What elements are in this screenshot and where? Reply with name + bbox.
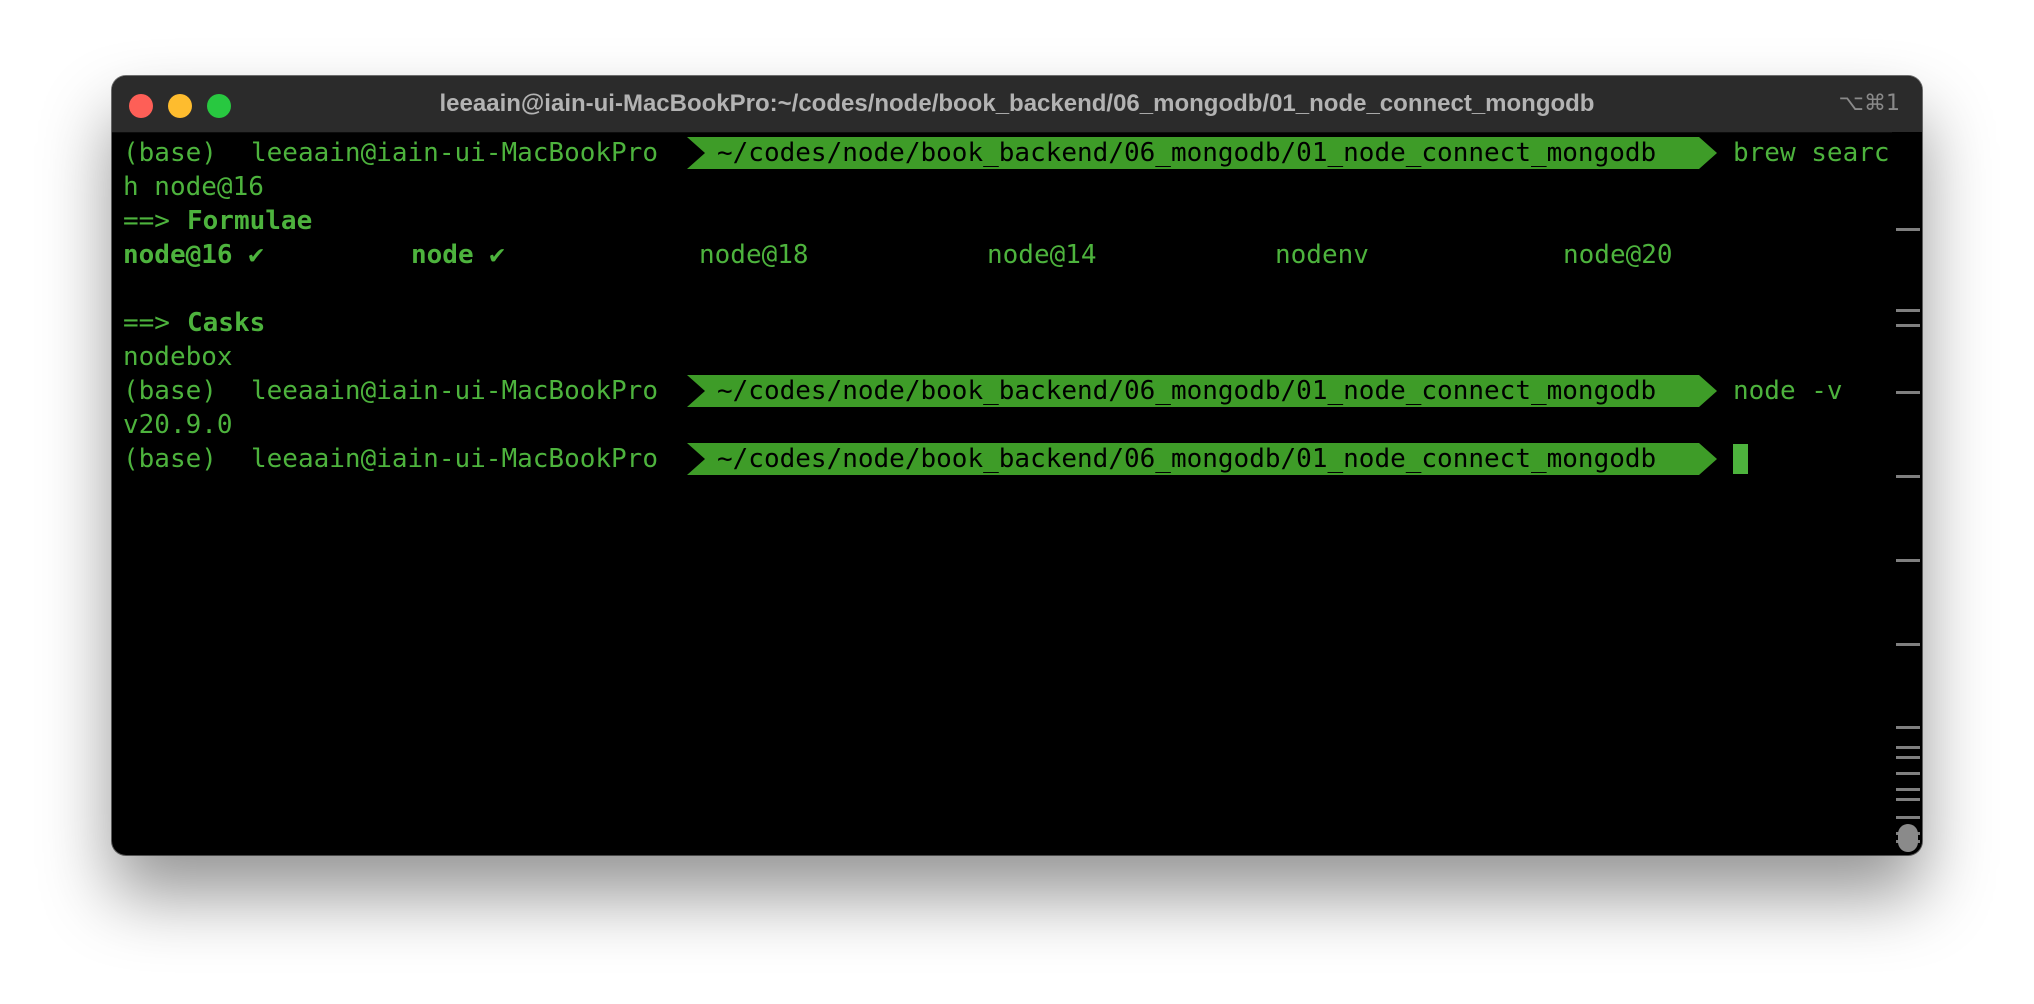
scroll-marker bbox=[1896, 643, 1920, 646]
output-line: v20.9.0 bbox=[123, 408, 1893, 442]
cask-item: nodebox bbox=[123, 342, 233, 372]
terminal-window: leeaain@iain-ui-MacBookPro:~/codes/node/… bbox=[112, 76, 1922, 855]
scroll-marker bbox=[1896, 391, 1920, 394]
window-shortcut: ⌥⌘1 bbox=[1838, 91, 1900, 116]
section-arrow: ==> bbox=[123, 206, 170, 236]
scrollbar[interactable] bbox=[1892, 132, 1922, 855]
formula-item: node@16 ✔ bbox=[123, 240, 264, 270]
scroll-marker bbox=[1896, 228, 1920, 231]
title-bar[interactable]: leeaain@iain-ui-MacBookPro:~/codes/node/… bbox=[112, 76, 1922, 133]
command-wrap-line: h node@16 bbox=[123, 170, 1893, 204]
prompt-path-segment: ~/codes/node/book_backend/06_mongodb/01_… bbox=[687, 443, 1717, 475]
command-wrap-text: h node@16 bbox=[123, 172, 264, 202]
prompt-path-segment: ~/codes/node/book_backend/06_mongodb/01_… bbox=[687, 137, 1717, 169]
casks-list: nodebox bbox=[123, 340, 1893, 374]
terminal-output[interactable]: (base) leeaain@iain-ui-MacBookPro ~/code… bbox=[123, 136, 1893, 851]
scroll-marker bbox=[1896, 726, 1920, 729]
scroll-marker bbox=[1896, 798, 1920, 801]
scroll-marker bbox=[1896, 772, 1920, 775]
prompt-env: (base) bbox=[123, 376, 217, 406]
section-label: Formulae bbox=[187, 206, 313, 236]
command-text: brew searc bbox=[1733, 138, 1890, 168]
formulae-list: node@16 ✔ node ✔ node@18 node@14 nodenv … bbox=[123, 238, 1893, 272]
prompt-env: (base) bbox=[123, 444, 217, 474]
formula-item: nodenv bbox=[1275, 240, 1369, 270]
scroll-marker bbox=[1896, 746, 1920, 749]
scroll-marker bbox=[1896, 756, 1920, 759]
node-version-output: v20.9.0 bbox=[123, 410, 233, 440]
prompt-path-segment: ~/codes/node/book_backend/06_mongodb/01_… bbox=[687, 375, 1717, 407]
scroll-thumb[interactable] bbox=[1898, 824, 1918, 852]
prompt-env: (base) bbox=[123, 138, 217, 168]
section-arrow: ==> bbox=[123, 308, 170, 338]
scroll-marker bbox=[1896, 788, 1920, 791]
text-cursor[interactable] bbox=[1733, 444, 1748, 474]
casks-header: ==> Casks bbox=[123, 306, 1893, 340]
prompt-user-host: leeaain@iain-ui-MacBookPro bbox=[251, 376, 658, 406]
prompt-line: (base) leeaain@iain-ui-MacBookPro ~/code… bbox=[123, 136, 1893, 170]
command-text: node -v bbox=[1733, 376, 1843, 406]
formulae-header: ==> Formulae bbox=[123, 204, 1893, 238]
prompt-line-current: (base) leeaain@iain-ui-MacBookPro ~/code… bbox=[123, 442, 1893, 476]
scroll-marker bbox=[1896, 816, 1920, 819]
prompt-user-host: leeaain@iain-ui-MacBookPro bbox=[251, 138, 658, 168]
scroll-marker bbox=[1896, 324, 1920, 327]
prompt-user-host: leeaain@iain-ui-MacBookPro bbox=[251, 444, 658, 474]
formula-item: node@20 bbox=[1563, 240, 1673, 270]
formula-item: node ✔ bbox=[411, 240, 505, 270]
section-label: Casks bbox=[187, 308, 266, 338]
formula-item: node@18 bbox=[699, 240, 809, 270]
scroll-marker bbox=[1896, 559, 1920, 562]
scroll-marker bbox=[1896, 475, 1920, 478]
formula-item: node@14 bbox=[987, 240, 1097, 270]
scroll-marker bbox=[1896, 309, 1920, 312]
prompt-line: (base) leeaain@iain-ui-MacBookPro ~/code… bbox=[123, 374, 1893, 408]
window-title: leeaain@iain-ui-MacBookPro:~/codes/node/… bbox=[439, 90, 1595, 117]
